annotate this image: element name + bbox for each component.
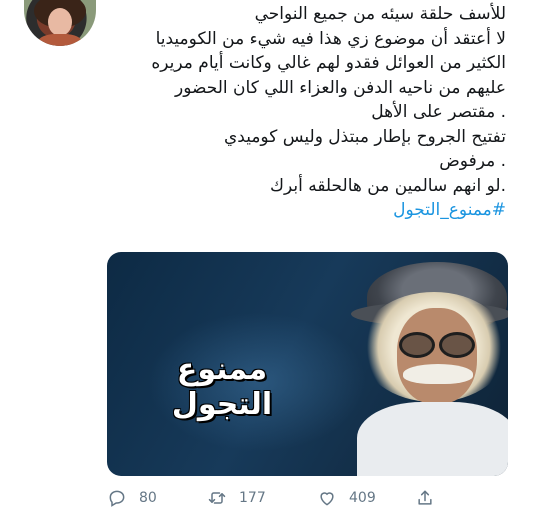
tweet-line-2: لا أعتقد أن موضوع زي هذا فيه شيء من الكو… bbox=[155, 28, 506, 49]
tweet-line-6: تفتيح الجروح بإطار مبتذل وليس كوميدي bbox=[223, 126, 506, 147]
like-button[interactable]: 409 bbox=[317, 486, 376, 510]
retweet-count: 177 bbox=[239, 490, 266, 506]
retweet-icon bbox=[208, 492, 226, 504]
glasses-lens-right bbox=[439, 332, 475, 358]
share-icon bbox=[418, 490, 432, 505]
avatar-face bbox=[48, 8, 72, 36]
tweet-line-4: عليهم من ناحيه الدفن والعزاء اللي كان ال… bbox=[175, 77, 506, 98]
tweet-card: للأسف حلقة سيئه من جميع النواحي لا أعتقد… bbox=[0, 0, 533, 530]
tweet-line-1: للأسف حلقة سيئه من جميع النواحي bbox=[254, 4, 506, 24]
heart-icon bbox=[320, 492, 334, 506]
tweet-text: للأسف حلقة سيئه من جميع النواحي لا أعتقد… bbox=[106, 2, 506, 223]
glasses-shape bbox=[399, 332, 475, 358]
media-title: ممنوع التجول bbox=[171, 352, 273, 422]
tweet-line-7: . مرفوض bbox=[439, 151, 506, 171]
share-button[interactable] bbox=[415, 486, 435, 510]
reply-button[interactable]: 80 bbox=[107, 486, 157, 510]
reply-count: 80 bbox=[139, 490, 157, 506]
glasses-lens-left bbox=[399, 332, 435, 358]
tweet-line-5: . مقتصر على الأهل bbox=[371, 102, 506, 122]
retweet-button[interactable]: 177 bbox=[207, 486, 266, 510]
tweet-line-3: الكثير من العوائل فقدو لهم غالي وكانت أي… bbox=[151, 53, 506, 73]
reply-icon bbox=[109, 490, 125, 507]
hashtag-link[interactable]: #ممنوع_التجول bbox=[106, 198, 506, 223]
mustache-shape bbox=[403, 364, 473, 384]
media-person-illustration bbox=[337, 252, 508, 476]
coat-shape bbox=[357, 402, 508, 476]
tweet-actions: 80 177 409 bbox=[107, 486, 507, 510]
tweet-media-image[interactable]: ممنوع التجول bbox=[107, 252, 508, 476]
like-count: 409 bbox=[349, 490, 376, 506]
avatar-shirt bbox=[38, 34, 82, 46]
tweet-line-8: .لو انهم سالمين من هالحلقه أبرك bbox=[269, 175, 506, 196]
user-avatar[interactable] bbox=[24, 0, 96, 46]
